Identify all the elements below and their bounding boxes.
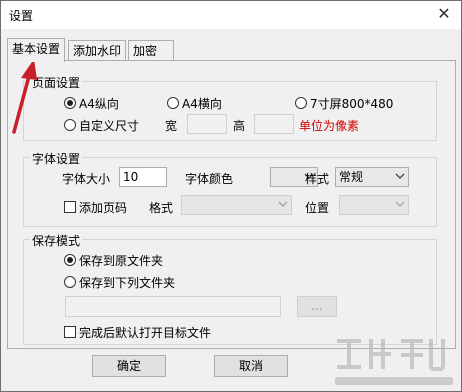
- ok-button[interactable]: 确定: [92, 355, 166, 377]
- settings-dialog: 设置 ✕ 基本设置 添加水印 加密 页面设置 A4纵向 A4横向 7寸屏800*…: [0, 0, 462, 392]
- add-page-number-label: 添加页码: [79, 201, 128, 215]
- radio-save-custom-folder-label: 保存到下列文件夹: [79, 276, 176, 290]
- radio-save-original-folder[interactable]: [64, 254, 76, 266]
- format-label: 格式: [149, 201, 174, 215]
- browse-button[interactable]: ...: [297, 296, 337, 317]
- radio-save-custom-folder[interactable]: [64, 276, 76, 288]
- position-label: 位置: [305, 201, 330, 215]
- watermark-logo: [335, 339, 453, 385]
- cancel-button[interactable]: 取消: [214, 355, 288, 377]
- annotation-arrow-icon: [12, 59, 37, 134]
- tab-basic-settings[interactable]: 基本设置: [7, 38, 66, 62]
- open-after-label: 完成后默认打开目标文件: [79, 326, 212, 340]
- save-mode-legend: 保存模式: [30, 232, 83, 249]
- open-after-checkbox[interactable]: [64, 326, 76, 338]
- add-page-number-checkbox[interactable]: [64, 201, 76, 213]
- folder-path-input[interactable]: [65, 296, 281, 317]
- radio-save-original-folder-label: 保存到原文件夹: [79, 254, 164, 268]
